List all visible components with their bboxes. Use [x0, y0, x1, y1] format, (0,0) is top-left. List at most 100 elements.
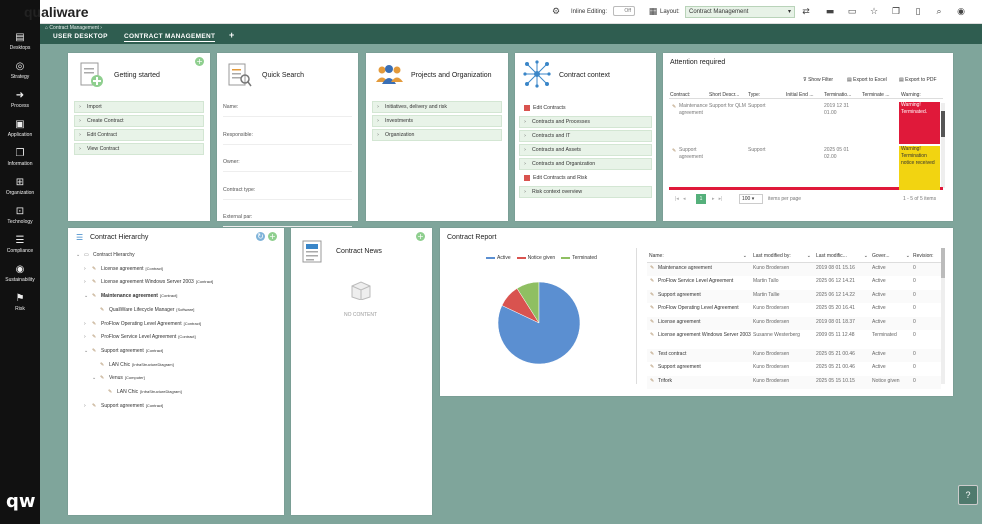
nav-item-information[interactable]: ❐ Information [0, 148, 40, 167]
table-cell[interactable]: Active [872, 319, 912, 325]
list-item[interactable]: › Contracts and IT [519, 130, 652, 142]
nav-item-technology[interactable]: ⊡ Technology [0, 206, 40, 225]
monitor-icon[interactable]: ▭ [846, 6, 858, 18]
search-field[interactable] [223, 198, 352, 200]
chevron-down-icon[interactable]: ⌄ [84, 292, 92, 300]
tree-node[interactable]: ⌄ ✎ Venus [Computer] [92, 374, 145, 382]
list-item[interactable]: › Contracts and Processes [519, 116, 652, 128]
search-field[interactable] [223, 116, 352, 117]
tree-node[interactable]: › ✎ ProFlow Service Level Agreement [Contra… [84, 333, 196, 341]
column-header[interactable]: Contract: [670, 92, 690, 98]
book-icon[interactable]: ▯ [912, 6, 924, 18]
table-cell[interactable]: Support [748, 147, 784, 154]
table-cell[interactable]: Kuno Brodersen [753, 265, 813, 271]
search-icon[interactable]: ⌕ [933, 6, 945, 18]
table-cell[interactable]: 0 [913, 278, 937, 284]
tab-user-desktop[interactable]: USER DESKTOP [53, 33, 108, 40]
table-cell[interactable]: Active [872, 364, 912, 370]
table-cell[interactable]: 0 [913, 265, 937, 271]
list-item[interactable]: Edit Contracts [519, 102, 652, 114]
nav-item-application[interactable]: ▣ Application [0, 119, 40, 138]
chevron-down-icon[interactable]: ⌄ [76, 251, 84, 259]
list-item[interactable]: › Initiatives, delivery and risk [372, 101, 502, 113]
page-size-select[interactable]: 100 ▾ [739, 194, 763, 204]
column-header[interactable]: Gover... ⌄ [872, 253, 912, 259]
chevron-right-icon[interactable]: › [84, 278, 92, 286]
table-cell[interactable]: Notice given [872, 378, 912, 384]
help-button[interactable]: ? [958, 485, 978, 505]
scrollbar[interactable] [941, 103, 945, 188]
tree-node[interactable]: ⌄ ✎ Support agreement [Contract] [84, 347, 163, 355]
nav-item-strategy[interactable]: ◎ Strategy [0, 61, 40, 80]
column-header[interactable]: Terminatio... [824, 92, 851, 98]
table-cell[interactable]: Maintenance agreement [658, 265, 752, 271]
refresh-button[interactable]: ↻ [256, 232, 265, 241]
add-tab-button[interactable]: + [229, 30, 235, 40]
column-header[interactable]: Last modific... ⌄ [816, 253, 870, 259]
chevron-right-icon[interactable]: › [84, 333, 92, 341]
table-cell[interactable]: 2025 05 01 02.00 [824, 147, 860, 161]
layout-select[interactable]: Contract Management ▾ [685, 6, 795, 18]
chevron-right-icon[interactable]: › [84, 265, 92, 273]
table-cell[interactable]: 2019 08 01 18.37 [816, 319, 870, 325]
copy-icon[interactable]: ❐ [890, 6, 902, 18]
column-header[interactable]: Terminate ... [862, 92, 890, 98]
list-item[interactable]: › Risk context overview [519, 186, 652, 198]
nav-item-process[interactable]: ➜ Process [0, 90, 40, 109]
pager-next[interactable]: ▸ ▸| [712, 196, 723, 202]
tree-node[interactable]: › ✎ License agreement Windows Server 2003[… [84, 278, 213, 286]
list-item[interactable]: Edit Contracts and Risk [519, 172, 652, 184]
column-header[interactable]: Last modified by: ⌄ [753, 253, 813, 259]
export-excel-button[interactable]: ▤ Export to Excel [847, 77, 887, 83]
table-cell[interactable]: 0 [913, 305, 937, 311]
table-cell[interactable]: Active [872, 351, 912, 357]
table-cell[interactable]: ProFlow Service Level Agreement [658, 278, 752, 284]
table-cell[interactable]: Kuno Brodersen [753, 305, 813, 311]
table-cell[interactable]: Maintenance agreement [679, 103, 708, 117]
tree-node[interactable]: ✎ QualiWare Lifecycle Manager [Software] [92, 306, 194, 314]
chevron-down-icon[interactable]: ⌄ [84, 347, 92, 355]
table-cell[interactable]: Kuno Brodersen [753, 378, 813, 384]
column-header[interactable]: Name: ⌄ [649, 253, 749, 259]
table-cell[interactable]: 0 [913, 364, 937, 370]
nav-item-desktops[interactable]: ▤ Desktops [0, 32, 40, 51]
table-cell[interactable]: Test contract [658, 351, 752, 357]
table-cell[interactable]: Active [872, 265, 912, 271]
export-pdf-button[interactable]: ▤ Export to PDF [899, 77, 937, 83]
table-cell[interactable]: Susanne Westerberg [753, 332, 813, 338]
tree-node[interactable]: ✎ LAN Chic [InfraStructureDiagram] [100, 388, 182, 396]
table-cell[interactable]: 2019 12 31 01.00 [824, 103, 860, 117]
breadcrumb[interactable]: ⌂ Contract Management › [45, 25, 102, 31]
table-cell[interactable]: License agreement [658, 319, 752, 325]
list-item[interactable]: › Contracts and Organization [519, 158, 652, 170]
tree-node[interactable]: ⌄ ✎ Maintenance agreement [Contract] [84, 292, 177, 300]
translate-icon[interactable]: ⇄ [800, 6, 812, 18]
table-cell[interactable]: 2025 05 21 00.46 [816, 351, 870, 357]
table-cell[interactable]: 2025 06 12 14.21 [816, 278, 870, 284]
table-cell[interactable]: 2009 05 11 12.48 [816, 332, 870, 338]
tree-node[interactable]: › ✎ ProFlow Operating Level Agreement [Cont… [84, 320, 201, 328]
search-field[interactable] [223, 171, 352, 172]
list-item[interactable]: › Contracts and Assets [519, 144, 652, 156]
nav-item-compliance[interactable]: ☰ Compliance [0, 235, 40, 254]
search-field[interactable] [223, 143, 352, 145]
table-cell[interactable]: Active [872, 292, 912, 298]
search-field[interactable] [223, 226, 352, 227]
table-cell[interactable]: Kuno Brodersen [753, 351, 813, 357]
inline-editing-toggle[interactable]: Off [613, 6, 635, 17]
legend-item[interactable]: Active [486, 255, 511, 261]
list-item[interactable]: › View Contract [74, 143, 204, 155]
table-cell[interactable]: 2025 06 12 14.22 [816, 292, 870, 298]
table-cell[interactable]: 2025 05 21 00.46 [816, 364, 870, 370]
column-header[interactable]: Type: [748, 92, 760, 98]
table-cell[interactable]: Support for QLM [709, 103, 746, 110]
show-filter-button[interactable]: ⊽ Show Filter [803, 77, 833, 83]
table-cell[interactable]: License agreement Windows Server 2003 [658, 332, 752, 338]
column-header[interactable]: Short Descr... [709, 92, 739, 98]
list-item[interactable]: › Create Contract [74, 115, 204, 127]
table-cell[interactable]: Active [872, 305, 912, 311]
list-item[interactable]: › Investments [372, 115, 502, 127]
column-header[interactable]: Revision: [913, 253, 937, 259]
table-cell[interactable]: 2019 08 01 15.16 [816, 265, 870, 271]
table-cell[interactable]: Support agreement [658, 364, 752, 370]
